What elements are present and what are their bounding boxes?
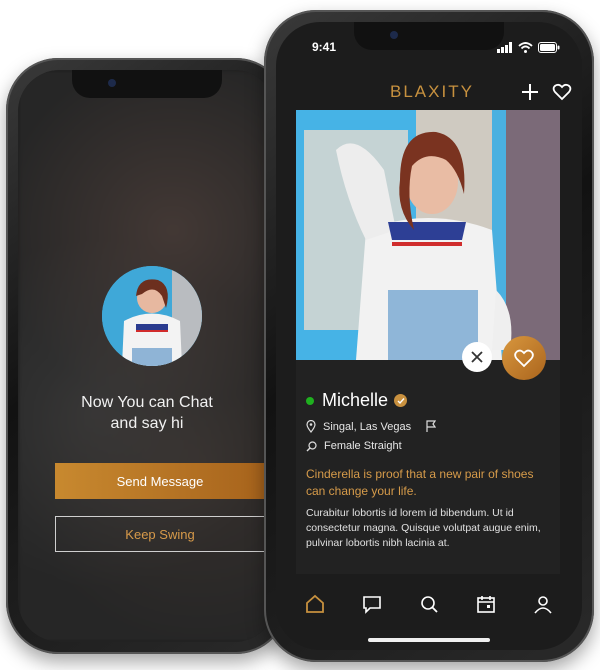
status-time: 9:41 — [312, 40, 337, 54]
camera-icon — [108, 79, 116, 87]
dislike-button[interactable] — [462, 342, 492, 372]
match-message: Now You can Chat and say hi — [18, 392, 276, 434]
profile-preference: Female Straight — [306, 440, 402, 452]
home-icon[interactable] — [304, 593, 326, 615]
flag-icon[interactable] — [426, 420, 436, 432]
location-pin-icon — [306, 420, 316, 433]
avatar-photo — [102, 266, 202, 366]
front-phone-screen: 9:41 BLAXITY Michelle Singal, Las Vegas … — [276, 22, 582, 650]
profile-name-row: Michelle — [306, 390, 408, 411]
preference-text: Female Straight — [324, 440, 402, 452]
profile-photo-image — [296, 110, 560, 360]
status-icons — [497, 42, 560, 53]
location-text: Singal, Las Vegas — [323, 420, 412, 433]
search-icon[interactable] — [418, 593, 440, 615]
chat-icon[interactable] — [361, 593, 383, 615]
profile-name: Michelle — [322, 390, 389, 410]
search-icon — [306, 440, 317, 451]
back-phone: Now You can Chat and say hi Send Message… — [6, 58, 288, 654]
heart-icon — [514, 349, 534, 368]
match-text-line1: Now You can Chat — [81, 394, 213, 411]
profile-icon[interactable] — [532, 593, 554, 615]
app-header: BLAXITY — [276, 82, 582, 112]
battery-icon — [538, 42, 560, 53]
like-button[interactable] — [502, 336, 546, 380]
plus-icon[interactable] — [520, 82, 540, 102]
home-indicator[interactable] — [368, 638, 490, 642]
profile-card[interactable]: Michelle Singal, Las Vegas Female Straig… — [296, 110, 560, 574]
tab-bar — [276, 584, 582, 624]
close-icon — [471, 351, 483, 363]
back-phone-screen: Now You can Chat and say hi Send Message… — [18, 70, 276, 642]
front-phone: 9:41 BLAXITY Michelle Singal, Las Vegas … — [264, 10, 594, 662]
profile-photo[interactable] — [296, 110, 560, 360]
send-message-button[interactable]: Send Message — [55, 463, 265, 499]
profile-bio: Curabitur lobortis id lorem id bibendum.… — [306, 507, 541, 549]
calendar-icon[interactable] — [475, 593, 497, 615]
profile-quote: Cinderella is proof that a new pair of s… — [306, 467, 534, 498]
heart-icon[interactable] — [552, 82, 572, 102]
match-avatar — [102, 266, 202, 366]
camera-icon — [390, 31, 398, 39]
match-text-line2: and say hi — [110, 415, 184, 432]
verified-badge-icon — [394, 394, 408, 407]
online-status-dot — [306, 396, 314, 405]
keep-swing-button[interactable]: Keep Swing — [55, 516, 265, 552]
brand-logo: BLAXITY — [390, 82, 474, 101]
profile-location: Singal, Las Vegas — [306, 420, 411, 433]
notch — [72, 70, 222, 98]
wifi-icon — [518, 42, 533, 53]
notch — [354, 22, 504, 50]
